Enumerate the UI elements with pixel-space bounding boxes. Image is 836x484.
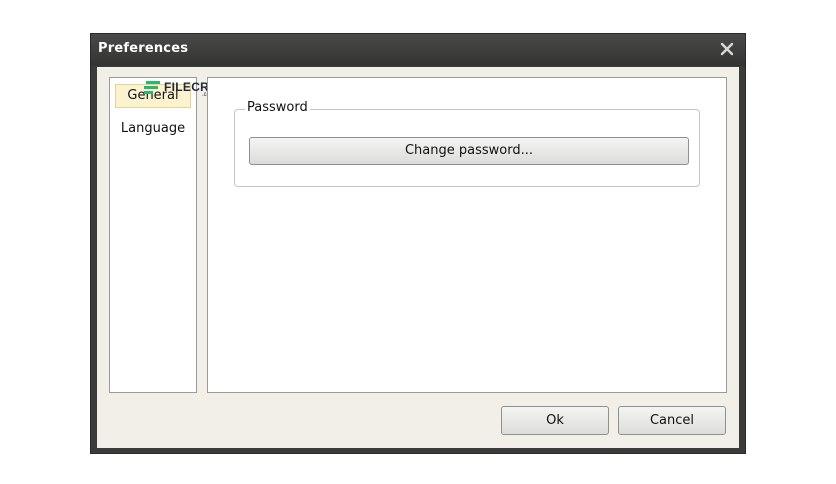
cancel-button[interactable]: Cancel (618, 406, 726, 435)
nav-item-language[interactable]: Language (115, 118, 191, 142)
window-title: Preferences (98, 41, 189, 56)
close-icon[interactable] (719, 41, 735, 57)
dialog-client-area: General Language FILECR .com Password Ch… (97, 67, 739, 448)
category-list: General Language FILECR .com (109, 77, 215, 393)
preferences-dialog: Preferences General Language FILECR .com… (90, 33, 746, 454)
password-group-label: Password (245, 100, 310, 115)
change-password-button[interactable]: Change password... (249, 137, 689, 165)
settings-panel: Password Change password... (207, 77, 727, 393)
password-groupbox: Password Change password... (234, 100, 700, 187)
ok-button[interactable]: Ok (501, 406, 609, 435)
nav-item-general[interactable]: General (115, 84, 191, 108)
title-bar[interactable]: Preferences (91, 34, 745, 66)
